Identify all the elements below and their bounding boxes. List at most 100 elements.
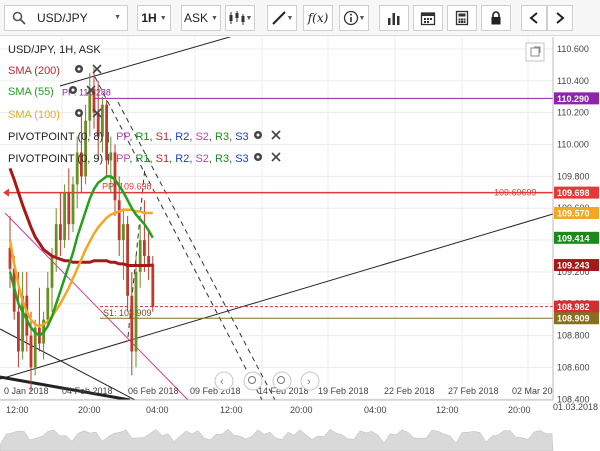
calendar-icon bbox=[420, 12, 436, 26]
chart-toolbar: USD/JPY ▼ 1H ▼ ASK ▼ ▼ ▼ f(x) ▼ bbox=[0, 0, 600, 36]
date-tick-label: 04 Feb 2018 bbox=[62, 386, 113, 396]
info-button[interactable]: ▼ bbox=[339, 5, 369, 31]
candle-body bbox=[71, 184, 75, 225]
price-chart[interactable]: PP: 110.288 PP: 109.698 S1: 108.909 109.… bbox=[0, 37, 600, 451]
time-tick-label: 12:00 bbox=[220, 405, 243, 415]
price-tag-label: 109.243 bbox=[557, 261, 590, 271]
legend-sma-200: SMA (200) bbox=[8, 65, 60, 77]
reset-zoom-button[interactable] bbox=[272, 371, 292, 391]
chevron-down-icon: ▼ bbox=[245, 14, 253, 22]
time-tick-label: 12:00 bbox=[6, 405, 29, 415]
drawing-tools-button[interactable]: ▼ bbox=[267, 5, 297, 31]
lock-button[interactable] bbox=[481, 5, 511, 31]
zoom-in-button[interactable] bbox=[243, 371, 263, 391]
y-tick-label: 110.400 bbox=[557, 76, 589, 86]
candle-body bbox=[63, 192, 66, 241]
date-tick-label: 27 Feb 2018 bbox=[448, 386, 499, 396]
candle-body bbox=[134, 271, 138, 352]
chevron-down-icon: ▼ bbox=[114, 14, 121, 21]
gear-icon[interactable] bbox=[75, 109, 83, 117]
chevron-left-icon: ‹ bbox=[220, 376, 224, 388]
chevron-down-icon: ▼ bbox=[286, 14, 294, 22]
indicators-button[interactable]: f(x) bbox=[303, 5, 333, 31]
calculator-button[interactable] bbox=[447, 5, 477, 31]
time-tick-label: 20:00 bbox=[508, 405, 531, 415]
scroll-left-icon bbox=[529, 12, 538, 24]
price-tag-label: 108.909 bbox=[557, 314, 590, 324]
candle-body bbox=[46, 287, 50, 320]
time-tick-label: 04:00 bbox=[146, 405, 169, 415]
time-tick-label: 12:00 bbox=[436, 405, 459, 415]
candle-body bbox=[50, 255, 54, 288]
scroll-right-button[interactable] bbox=[547, 5, 573, 31]
candle-body bbox=[67, 192, 71, 225]
function-icon: f(x) bbox=[307, 11, 329, 25]
timeframe-select[interactable]: 1H ▼ bbox=[137, 5, 171, 31]
scroll-right-icon bbox=[556, 12, 565, 24]
price-type-select[interactable]: ASK ▼ bbox=[181, 5, 221, 31]
scroll-left-button[interactable] bbox=[521, 5, 547, 31]
price-tag-label: 110.290 bbox=[557, 94, 589, 104]
candle-body bbox=[143, 240, 146, 256]
date-tick-label: 19 Feb 2018 bbox=[318, 386, 369, 396]
timeframe-label: 1H bbox=[141, 11, 157, 25]
info-icon bbox=[343, 10, 358, 26]
chevron-down-icon: ▼ bbox=[358, 14, 366, 22]
candle-body bbox=[138, 240, 142, 272]
candle-body bbox=[130, 295, 134, 352]
chevron-right-icon: › bbox=[307, 376, 311, 388]
gear-icon[interactable] bbox=[69, 86, 77, 94]
date-tick-label: 22 Feb 2018 bbox=[384, 386, 435, 396]
chevron-down-icon: ▼ bbox=[159, 14, 167, 22]
legend-sma-55: SMA (55) bbox=[8, 86, 54, 98]
price-type-label: ASK bbox=[184, 11, 209, 25]
candle-body bbox=[17, 311, 20, 352]
draw-line-icon bbox=[271, 11, 286, 25]
volume-bars-icon bbox=[388, 13, 400, 25]
date-tick-label: 0 Jan 2018 bbox=[4, 386, 49, 396]
gear-icon[interactable] bbox=[75, 65, 83, 73]
corner-date: 01.03.2018 bbox=[553, 402, 598, 412]
lock-icon bbox=[491, 11, 501, 25]
y-tick-label: 109.800 bbox=[557, 171, 590, 181]
candle-body bbox=[117, 200, 121, 241]
price-tag-label: 109.414 bbox=[557, 233, 590, 243]
y-tick-label: 110.600 bbox=[557, 44, 589, 54]
time-tick-label: 20:00 bbox=[78, 405, 101, 415]
date-tick-label: 09 Feb 2018 bbox=[190, 386, 241, 396]
candle-body bbox=[122, 224, 125, 241]
candle-body bbox=[29, 335, 33, 368]
search-icon bbox=[12, 11, 26, 25]
chevron-down-icon: ▼ bbox=[211, 14, 218, 22]
candle-body bbox=[151, 263, 155, 307]
symbol-label: USD/JPY bbox=[37, 11, 88, 25]
candle-body bbox=[84, 120, 87, 177]
y-tick-label: 108.800 bbox=[557, 331, 590, 341]
candle-body bbox=[88, 88, 92, 121]
time-tick-label: 04:00 bbox=[364, 405, 387, 415]
date-tick-label: 06 Feb 2018 bbox=[128, 386, 179, 396]
candle-body bbox=[54, 224, 58, 256]
date-tick-label: 02 Mar 20 bbox=[512, 386, 553, 396]
pivot-annotation: PP: 109.698 bbox=[102, 182, 152, 192]
legend-sma-100: SMA (100) bbox=[8, 109, 60, 121]
zoom-out-button[interactable] bbox=[214, 371, 234, 391]
chart-title: USD/JPY, 1H, ASK bbox=[8, 44, 101, 56]
volume-button[interactable] bbox=[379, 5, 409, 31]
y-tick-label: 108.600 bbox=[557, 362, 590, 372]
price-tag-label: 109.570 bbox=[557, 208, 590, 218]
calculator-icon bbox=[455, 10, 469, 26]
candle-body bbox=[147, 255, 150, 264]
level-value-annotation: 109.69699 bbox=[494, 188, 537, 198]
y-tick-label: 110.000 bbox=[557, 140, 589, 150]
gear-icon[interactable] bbox=[254, 153, 262, 161]
legend-pivot-2: PIVOTPOINT (0, 9) | PP, R1, S1, R2, S2, R… bbox=[8, 153, 249, 165]
symbol-search-field[interactable]: USD/JPY ▼ bbox=[4, 5, 128, 31]
chart-type-button[interactable]: ▼ bbox=[225, 5, 255, 31]
y-tick-label: 110.200 bbox=[557, 108, 589, 118]
gear-icon[interactable] bbox=[254, 131, 262, 139]
time-tick-label: 20:00 bbox=[290, 405, 313, 415]
calendar-button[interactable] bbox=[413, 5, 443, 31]
popout-icon[interactable] bbox=[525, 42, 545, 62]
candles-icon bbox=[229, 11, 245, 25]
